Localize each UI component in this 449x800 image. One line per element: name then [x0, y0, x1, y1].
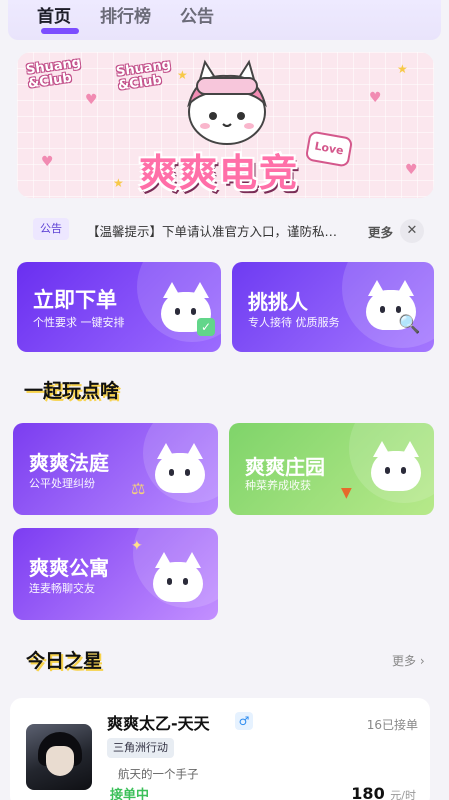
- apartment-card[interactable]: 爽爽公寓 连麦畅聊交友 ✦: [13, 528, 218, 620]
- magnifier-icon: 🔍: [398, 314, 421, 335]
- notice-text[interactable]: 【温馨提示】下单请认准官方入口，谨防私…: [87, 221, 357, 240]
- section-title-play: 一起玩点啥: [24, 380, 120, 402]
- heart-icon: ♥: [85, 92, 98, 108]
- order-count: 16已接单: [366, 718, 418, 732]
- price: 180 元/时: [351, 784, 416, 800]
- tab-announcement[interactable]: 公告: [180, 2, 214, 27]
- cat-mascot-icon: [147, 550, 209, 606]
- apartment-title: 爽爽公寓: [29, 556, 109, 580]
- notice-bar: 公告 【温馨提示】下单请认准官方入口，谨防私… 更多 ✕: [17, 210, 434, 252]
- star-icon: ★: [397, 62, 408, 76]
- heart-icon: ♥: [41, 154, 54, 170]
- active-tab-indicator: [41, 28, 79, 34]
- lamp-icon: ✦: [131, 538, 143, 554]
- male-gender-icon: ♂: [235, 712, 253, 730]
- farm-title: 爽爽庄园: [245, 455, 325, 479]
- avatar[interactable]: [26, 724, 92, 790]
- love-tag: Love: [304, 130, 354, 168]
- order-now-title: 立即下单: [33, 288, 117, 312]
- court-title: 爽爽法庭: [29, 451, 109, 475]
- notice-more-link[interactable]: 更多: [368, 222, 393, 241]
- order-now-card[interactable]: 立即下单 个性要求 一键安排 ✓: [17, 262, 221, 352]
- judge-cat-icon: [149, 441, 211, 497]
- court-subtitle: 公平处理纠纷: [29, 477, 95, 490]
- apartment-subtitle: 连麦畅聊交友: [29, 582, 95, 595]
- banner-title: 爽爽电竞: [139, 151, 300, 195]
- farmer-cat-icon: [365, 439, 427, 495]
- farm-card[interactable]: 爽爽庄园 种菜养成收获 ▼: [229, 423, 434, 515]
- close-icon[interactable]: ✕: [400, 219, 424, 243]
- tab-home[interactable]: 首页: [37, 2, 71, 27]
- section-title-stars: 今日之星: [26, 650, 103, 672]
- heart-icon: ♥: [369, 90, 382, 106]
- farm-subtitle: 种菜养成收获: [245, 479, 311, 492]
- heart-icon: ♥: [405, 162, 418, 178]
- top-tab-bar: 首页 排行榜 公告: [8, 0, 441, 40]
- order-now-subtitle: 个性要求 一键安排: [33, 316, 125, 329]
- star-name: 爽爽太乙-天天: [107, 714, 210, 733]
- home-banner[interactable]: Shuang &Club Shuang &Club ♥ ♥ ♥ ♥ ★ ★ ★ Lo…: [17, 52, 434, 198]
- carrot-icon: ▼: [341, 485, 352, 501]
- court-card[interactable]: 爽爽法庭 公平处理纠纷 ⚖: [13, 423, 218, 515]
- stars-more-link[interactable]: 更多 ›: [392, 652, 425, 669]
- star-description: 航天的一个手子: [118, 767, 199, 781]
- scales-icon: ⚖: [131, 479, 146, 498]
- star-player-card[interactable]: 爽爽太乙-天天 ♂ 16已接单 三角洲行动 航天的一个手子 接单中 180 元/…: [10, 698, 430, 800]
- star-icon: ★: [113, 176, 124, 190]
- club-logo-left: Shuang &Club: [25, 55, 82, 92]
- tab-ranking[interactable]: 排行榜: [100, 2, 151, 27]
- pick-person-title: 挑挑人: [248, 290, 308, 314]
- notice-badge: 公告: [33, 218, 69, 240]
- checkmark-icon: ✓: [197, 318, 215, 336]
- game-tag: 三角洲行动: [107, 738, 174, 758]
- cat-mascot-icon: [187, 59, 267, 145]
- club-logo-right: Shuang &Club: [115, 57, 172, 94]
- status-badge: 接单中: [110, 788, 150, 800]
- pick-person-subtitle: 专人接待 优质服务: [248, 316, 340, 329]
- pick-person-card[interactable]: 挑挑人 专人接待 优质服务 🔍: [232, 262, 434, 352]
